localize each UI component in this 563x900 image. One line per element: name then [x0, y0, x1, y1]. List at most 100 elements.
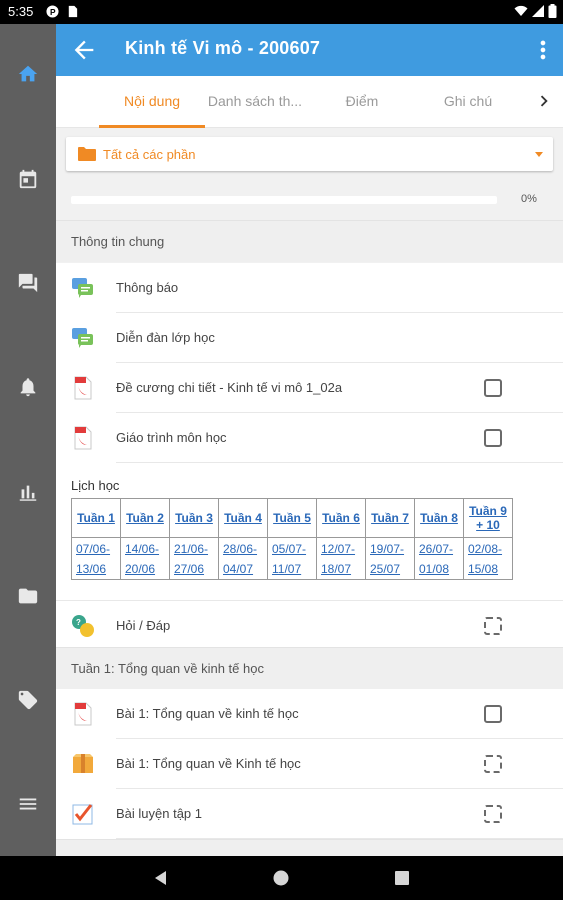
tab-grades[interactable]: Điểm: [312, 76, 412, 128]
activity-practice1[interactable]: Bài luyện tập 1: [56, 789, 563, 839]
week-link[interactable]: Tuần 8: [414, 498, 464, 538]
course-content: Tất cả các phần 0% Thông tin chung Thông…: [56, 128, 563, 856]
svg-text:P: P: [50, 7, 56, 17]
section-header-week2: [56, 839, 563, 856]
app-bar: Kinh tế Vi mô - 200607: [56, 24, 563, 76]
forum-icon: [72, 278, 93, 298]
status-time: 5:35: [8, 4, 34, 19]
week-link[interactable]: Tuần 4: [218, 498, 268, 538]
activity-lesson1-pdf[interactable]: Bài 1: Tổng quan về kinh tế học: [56, 689, 563, 739]
wifi-icon: [514, 5, 528, 16]
menu-icon: [19, 798, 37, 810]
date-range-link[interactable]: 02/08-15/08: [463, 537, 513, 580]
activity-textbook[interactable]: Giáo trình môn học: [56, 413, 563, 463]
completion-checkbox-auto[interactable]: [484, 755, 502, 773]
schedule-block: Lịch học Tuần 1 Tuần 2 Tuần 3 Tuần 4 Tuầ…: [56, 463, 563, 600]
week-link[interactable]: Tuần 5: [267, 498, 317, 538]
rail-messages[interactable]: [0, 259, 56, 307]
tag-icon: [18, 690, 38, 710]
tab-notes[interactable]: Ghi chú: [418, 76, 518, 128]
qa-icon: ?: [72, 615, 94, 637]
schedule-table: Tuần 1 Tuần 2 Tuần 3 Tuần 4 Tuần 5 Tuần …: [71, 498, 513, 580]
date-range-link[interactable]: 19/07-25/07: [365, 537, 415, 580]
more-vert-icon[interactable]: [529, 36, 557, 64]
rail-home[interactable]: [0, 50, 56, 98]
filter-label: Tất cả các phần: [103, 147, 196, 162]
progress-track: [71, 196, 497, 204]
back-arrow-icon[interactable]: [70, 36, 98, 64]
date-range-link[interactable]: 07/06-13/06: [71, 537, 121, 580]
side-navigation-rail: [0, 24, 56, 856]
date-range-link[interactable]: 14/06-20/06: [120, 537, 170, 580]
notification-p-icon: P: [46, 5, 59, 18]
schedule-caption: Lịch học: [71, 478, 120, 493]
activity-announcements[interactable]: Thông báo: [56, 263, 563, 313]
bar-chart-icon: [19, 485, 37, 501]
section-header-week1: Tuần 1: Tổng quan về kinh tế học: [56, 647, 563, 689]
chat-icon: [18, 273, 38, 293]
activity-label: Bài luyện tập 1: [116, 806, 203, 821]
nav-recents-icon[interactable]: [393, 869, 411, 887]
completion-checkbox[interactable]: [484, 705, 502, 723]
activity-syllabus[interactable]: Đề cương chi tiết - Kinh tế vi mô 1_02a: [56, 363, 563, 413]
completion-checkbox-auto[interactable]: [484, 805, 502, 823]
dropdown-caret-icon: [535, 152, 543, 157]
rail-notifications[interactable]: [0, 363, 56, 411]
week-link[interactable]: Tuần 3: [169, 498, 219, 538]
system-navigation-bar: [0, 856, 563, 900]
section-filter-dropdown[interactable]: Tất cả các phần: [66, 137, 553, 171]
date-range-link[interactable]: 12/07-18/07: [316, 537, 366, 580]
activity-class-forum[interactable]: Diễn đàn lớp học: [56, 313, 563, 363]
tab-bar: Nội dung Danh sách th... Điểm Ghi chú: [56, 76, 563, 128]
activity-label: Thông báo: [116, 280, 179, 295]
rail-grades[interactable]: [0, 468, 56, 516]
nav-home-icon[interactable]: [272, 869, 290, 887]
activity-lesson1-package[interactable]: Bài 1: Tổng quan về Kinh tế học: [56, 739, 563, 789]
svg-text:?: ?: [76, 618, 81, 627]
completion-checkbox-auto[interactable]: [484, 617, 502, 635]
week-link[interactable]: Tuần 1: [71, 498, 121, 538]
activity-label: Giáo trình môn học: [116, 430, 227, 445]
rail-files[interactable]: [0, 572, 56, 620]
progress-percent: 0%: [521, 193, 537, 205]
course-progress: 0%: [56, 180, 563, 220]
completion-checkbox[interactable]: [484, 379, 502, 397]
activity-label: Diễn đàn lớp học: [116, 330, 215, 345]
package-icon: [73, 754, 93, 773]
home-icon: [18, 65, 38, 82]
bell-icon: [20, 378, 36, 397]
rail-calendar[interactable]: [0, 155, 56, 203]
battery-icon: [548, 4, 557, 18]
tab-members[interactable]: Danh sách th...: [205, 76, 305, 128]
folder-icon: [78, 147, 96, 161]
sim-card-icon: [68, 5, 78, 18]
pdf-icon: [74, 426, 92, 450]
date-range-link[interactable]: 28/06-04/07: [218, 537, 268, 580]
forum-icon: [72, 328, 93, 348]
folder-icon: [18, 588, 38, 604]
calendar-icon: [19, 169, 37, 189]
completion-checkbox[interactable]: [484, 429, 502, 447]
rail-menu[interactable]: [0, 780, 56, 828]
section-header-general: Thông tin chung: [56, 220, 563, 262]
status-bar: 5:35 P: [0, 0, 563, 24]
date-range-link[interactable]: 26/07-01/08: [414, 537, 464, 580]
week-link[interactable]: Tuần 2: [120, 498, 170, 538]
activity-label: Bài 1: Tổng quan về Kinh tế học: [116, 756, 301, 771]
date-range-link[interactable]: 05/07-11/07: [267, 537, 317, 580]
week-link[interactable]: Tuần 6: [316, 498, 366, 538]
tab-content[interactable]: Nội dung: [99, 76, 205, 128]
rail-tags[interactable]: [0, 676, 56, 724]
pdf-icon: [74, 376, 92, 400]
activity-label: Đề cương chi tiết - Kinh tế vi mô 1_02a: [116, 380, 343, 395]
chevron-right-icon[interactable]: [533, 90, 555, 112]
activity-qa[interactable]: ? Hỏi / Đáp: [56, 600, 563, 650]
signal-icon: [532, 5, 544, 17]
activity-label: Bài 1: Tổng quan về kinh tế học: [116, 706, 299, 721]
date-range-link[interactable]: 21/06-27/06: [169, 537, 219, 580]
week-link[interactable]: Tuần 7: [365, 498, 415, 538]
week-link[interactable]: Tuần 9 + 10: [463, 498, 513, 538]
course-title: Kinh tế Vi mô - 200607: [125, 38, 321, 58]
nav-back-icon[interactable]: [152, 869, 170, 887]
pdf-icon: [74, 702, 92, 726]
